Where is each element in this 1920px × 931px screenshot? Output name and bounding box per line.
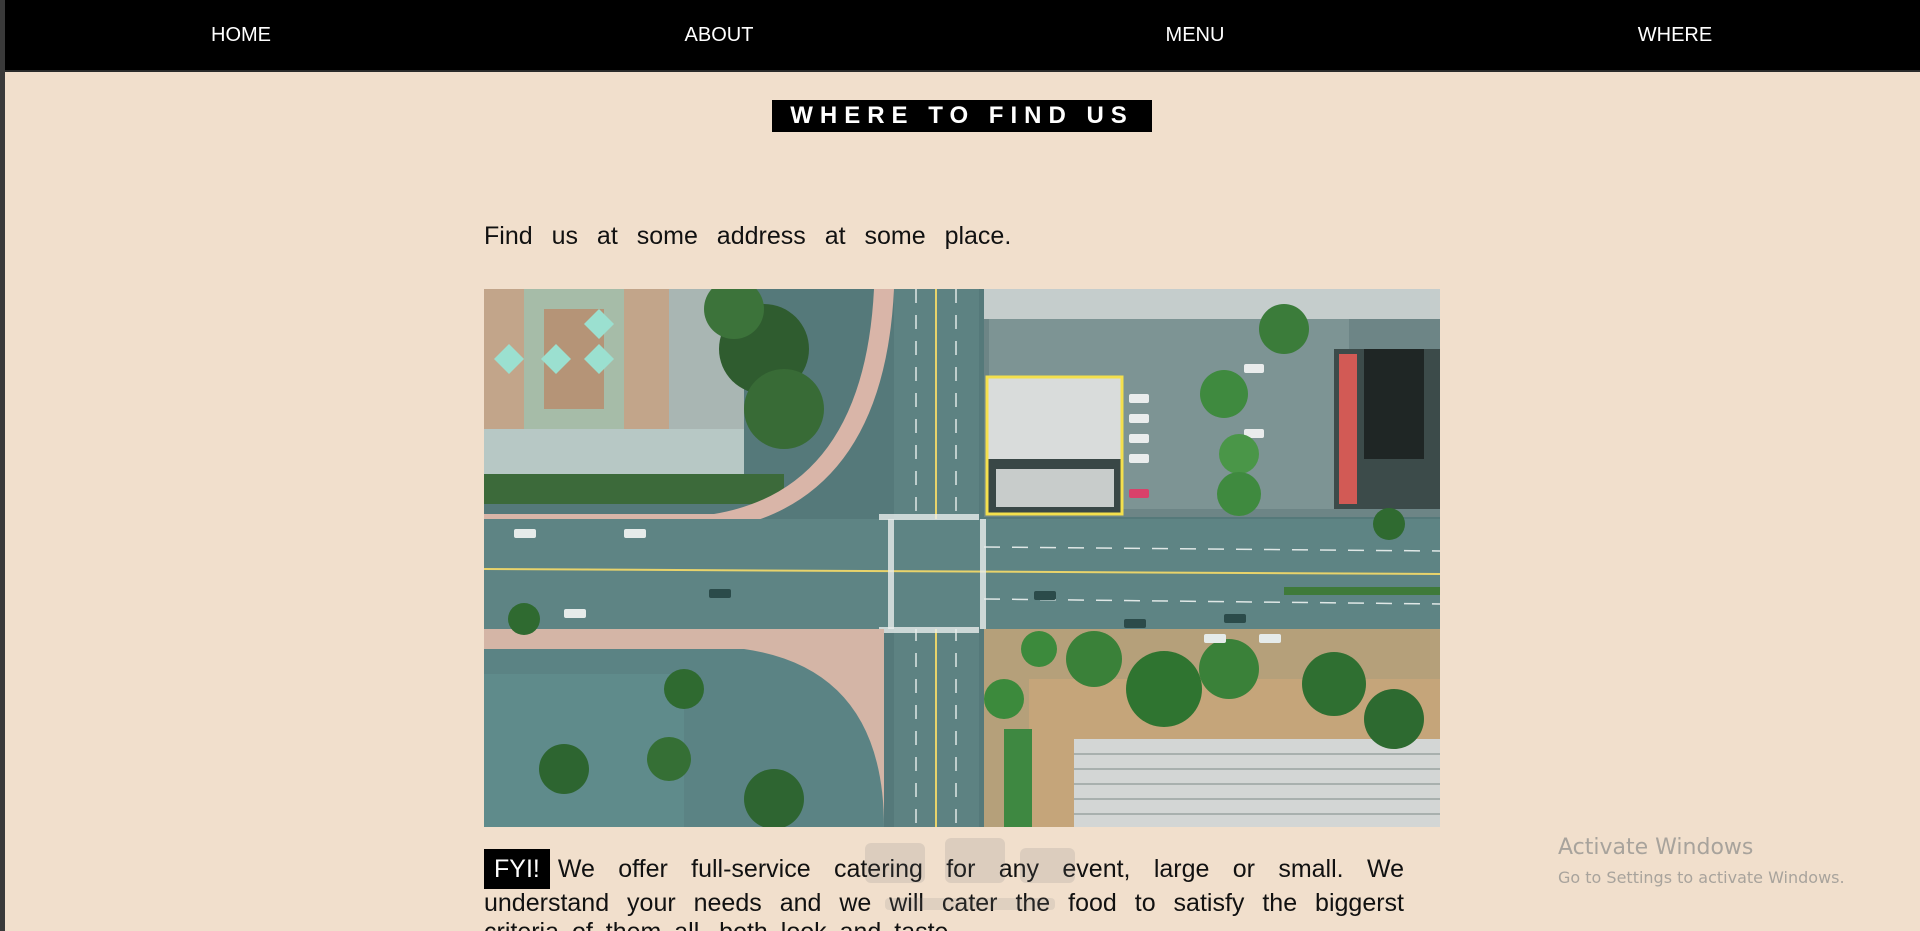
activate-windows-subtitle: Go to Settings to activate Windows. — [1558, 868, 1845, 887]
activate-windows-title: Activate Windows — [1558, 835, 1754, 860]
activate-windows-notice: Activate Windows Go to Settings to activ… — [1558, 835, 1845, 887]
nav-link-menu[interactable]: MENU — [1166, 24, 1225, 47]
fyi-text: We offer full-service catering for any e… — [484, 855, 1404, 931]
fyi-badge: FYI! — [484, 849, 550, 889]
fyi-paragraph: FYI! We offer full-service catering for a… — [484, 849, 1404, 931]
aerial-photo-graphic — [484, 289, 1440, 827]
nav-link-where[interactable]: WHERE — [1638, 24, 1712, 47]
page: HOME ABOUT MENU WHERE WHERE TO FIND US F… — [5, 0, 1920, 931]
nav-link-home[interactable]: HOME — [211, 24, 271, 47]
intro-text: Find us at some address at some place. — [484, 222, 1012, 250]
navbar: HOME ABOUT MENU WHERE — [5, 0, 1920, 72]
nav-link-about[interactable]: ABOUT — [685, 24, 754, 47]
section-title: WHERE TO FIND US — [772, 100, 1152, 132]
aerial-map-image — [484, 289, 1440, 827]
